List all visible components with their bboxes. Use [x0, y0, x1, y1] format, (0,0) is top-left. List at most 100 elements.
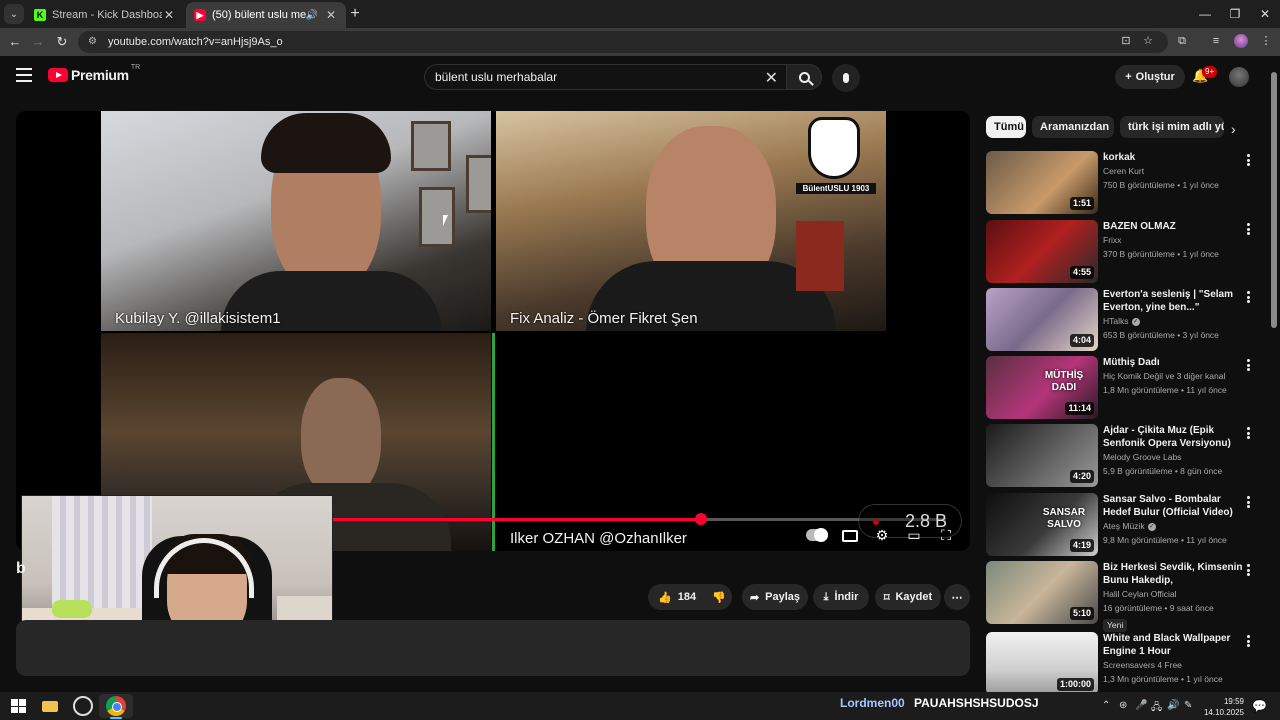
progress-scrubber[interactable]	[695, 513, 707, 525]
recommendation-title[interactable]: Ajdar - Çikita Muz (Epik Senfonik Opera …	[1103, 424, 1243, 450]
close-tab-icon[interactable]: ✕	[162, 8, 176, 22]
subtitles-icon[interactable]	[842, 530, 858, 542]
recommendation-title[interactable]: White and Black Wallpaper Engine 1 Hour	[1103, 632, 1243, 658]
bookmark-star-icon[interactable]: ☆	[1139, 32, 1157, 50]
more-options-icon[interactable]	[1244, 290, 1252, 304]
channel-line[interactable]: Ateş Müzik ✓	[1103, 519, 1243, 533]
recommendation-title[interactable]: Sansar Salvo - Bombalar Hedef Bulur (Off…	[1103, 493, 1243, 519]
channel-line[interactable]: Ceren Kurt	[1103, 164, 1243, 178]
recommendation-title[interactable]: korkak	[1103, 151, 1243, 164]
reload-icon[interactable]: ↻	[52, 32, 72, 52]
youtube-premium-logo[interactable]: Premium TR	[48, 64, 140, 83]
notification-count-badge: 9+	[1202, 66, 1218, 78]
recommendation-title[interactable]: Everton'a sesleniş | "Selam Everton, yin…	[1103, 288, 1243, 314]
address-bar[interactable]: ⚙ youtube.com/watch?v=anHjsj9As_o	[78, 31, 1168, 53]
video-thumbnail[interactable]: 5:10	[986, 561, 1098, 624]
chrome-icon[interactable]	[106, 696, 126, 716]
system-clock[interactable]: 19:59 14.10.2025	[1200, 696, 1244, 718]
recommendation-item[interactable]: 1:00:00 White and Black Wallpaper Engine …	[986, 632, 1266, 696]
new-tab-plus-icon[interactable]: +	[346, 5, 364, 23]
account-avatar[interactable]	[1229, 67, 1249, 87]
browser-profile-avatar[interactable]	[1234, 34, 1248, 48]
extensions-puzzle-icon[interactable]: ⧉	[1173, 32, 1191, 50]
minimize-icon[interactable]: —	[1190, 4, 1220, 24]
back-arrow-icon[interactable]: ←	[5, 32, 25, 52]
tray-chevron-up-icon[interactable]: ⌃	[1102, 700, 1110, 711]
channel-line[interactable]: HTalks ✓	[1103, 314, 1243, 328]
recommendation-item[interactable]: MÜTHİŞ DADI 11:14 Müthiş Dadı Hiç Komik Değ…	[986, 356, 1266, 420]
audio-playing-icon[interactable]: 🔊	[306, 10, 318, 21]
settings-gear-icon[interactable]: ⚙	[872, 526, 892, 544]
share-button[interactable]: ➦ Paylaş	[742, 584, 808, 610]
restore-icon[interactable]: ❐	[1220, 4, 1250, 24]
video-thumbnail[interactable]: SANSAR SALVO 4:19	[986, 493, 1098, 556]
more-options-icon[interactable]	[1244, 426, 1252, 440]
install-app-icon[interactable]: ⊡	[1117, 32, 1135, 50]
close-tab-icon[interactable]: ✕	[324, 8, 338, 22]
channel-line[interactable]: Hiç Komik Değil ve 3 diğer kanal	[1103, 369, 1243, 383]
recommendation-item[interactable]: 4:04 Everton'a sesleniş | "Selam Everton,…	[986, 288, 1266, 352]
video-thumbnail[interactable]: 1:51	[986, 151, 1098, 214]
recommendation-item[interactable]: 4:20 Ajdar - Çikita Muz (Epik Senfonik Op…	[986, 424, 1266, 488]
site-info-icon[interactable]: ⚙	[88, 36, 100, 48]
browser-menu-icon[interactable]: ⋮	[1257, 32, 1275, 50]
more-actions-button[interactable]: ⋯	[944, 584, 970, 610]
recommendation-title[interactable]: Müthiş Dadı	[1103, 356, 1243, 369]
video-thumbnail[interactable]: 4:04	[986, 288, 1098, 351]
more-options-icon[interactable]	[1244, 495, 1252, 509]
browser-tab-kick[interactable]: K Stream - Kick Dashboard ✕	[26, 2, 184, 28]
more-options-icon[interactable]	[1244, 634, 1252, 648]
video-thumbnail[interactable]: 4:55	[986, 220, 1098, 283]
chevron-right-icon[interactable]: ›	[1231, 121, 1236, 137]
fullscreen-icon[interactable]: ⛶	[936, 526, 956, 544]
channel-line[interactable]: Frixx	[1103, 233, 1243, 247]
recommendation-item[interactable]: 5:10 Biz Herkesi Sevdik, Kimsenin Bunu Ha…	[986, 561, 1266, 632]
network-icon[interactable]: 🖧	[1151, 700, 1162, 717]
obs-icon[interactable]	[73, 696, 93, 716]
browser-tab-youtube[interactable]: ▶ (50) bülent uslu merhabalar 🔊 ✕	[186, 2, 346, 28]
chip-uploader[interactable]: türk işi mim adlı yükleyi	[1120, 116, 1224, 138]
windows-start-icon[interactable]	[8, 696, 28, 716]
tab-search-chevron-icon[interactable]: ⌄	[4, 4, 24, 24]
recommendation-item[interactable]: SANSAR SALVO 4:19 Sansar Salvo - Bombalar …	[986, 493, 1266, 557]
description-box[interactable]	[16, 620, 970, 676]
voice-search-button[interactable]	[832, 64, 860, 92]
more-options-icon[interactable]	[1244, 153, 1252, 167]
pen-icon[interactable]: ✎	[1184, 700, 1192, 711]
video-player[interactable]: Kubilay Y. @illakisistem1 BülentUSLU 190…	[16, 111, 970, 551]
channel-line[interactable]: Halil Ceylan Official	[1103, 587, 1243, 601]
create-button[interactable]: + Oluştur	[1115, 65, 1185, 89]
recommendation-title[interactable]: BAZEN OLMAZ	[1103, 220, 1243, 233]
volume-icon[interactable]: 🔊	[1167, 700, 1179, 711]
tray-app-icon[interactable]: ⊛	[1119, 700, 1127, 711]
more-options-icon[interactable]	[1244, 222, 1252, 236]
search-input[interactable]: bülent uslu merhabalar ✕	[424, 64, 786, 90]
hamburger-menu-icon[interactable]	[16, 68, 32, 82]
recommendation-item[interactable]: 4:55 BAZEN OLMAZ Frixx 370 B görüntüleme • …	[986, 220, 1266, 284]
file-explorer-icon[interactable]	[40, 696, 60, 716]
more-options-icon[interactable]	[1244, 563, 1252, 577]
tray-mic-icon[interactable]: 🎤	[1135, 700, 1147, 711]
forward-arrow-icon[interactable]: →	[28, 32, 48, 52]
notification-center-icon[interactable]: 💬	[1252, 699, 1267, 713]
recommendation-item[interactable]: 1:51 korkak Ceren Kurt 750 B görüntüleme • …	[986, 151, 1266, 215]
dislike-button[interactable]: 👎	[704, 584, 734, 610]
channel-line[interactable]: Melody Groove Labs	[1103, 450, 1243, 464]
scrollbar-thumb[interactable]	[1271, 72, 1277, 328]
video-thumbnail[interactable]: 1:00:00	[986, 632, 1098, 695]
window-close-icon[interactable]: ✕	[1250, 4, 1280, 24]
theater-mode-icon[interactable]: ▭	[904, 526, 924, 544]
search-button[interactable]	[786, 64, 822, 90]
autoplay-toggle[interactable]	[806, 528, 828, 542]
chip-all[interactable]: Tümü	[986, 116, 1026, 138]
channel-line[interactable]: Screensavers 4 Free	[1103, 658, 1243, 672]
video-thumbnail[interactable]: 4:20	[986, 424, 1098, 487]
video-thumbnail[interactable]: MÜTHİŞ DADI 11:14	[986, 356, 1098, 419]
more-options-icon[interactable]	[1244, 358, 1252, 372]
media-control-icon[interactable]: ≡	[1207, 32, 1225, 50]
recommendation-title[interactable]: Biz Herkesi Sevdik, Kimsenin Bunu Hakedi…	[1103, 561, 1243, 587]
chip-from-search[interactable]: Aramanızdan	[1032, 116, 1114, 138]
clear-search-icon[interactable]: ✕	[765, 68, 778, 88]
save-button[interactable]: ⌑ Kaydet	[875, 584, 941, 610]
download-button[interactable]: ⤓ İndir	[813, 584, 869, 610]
